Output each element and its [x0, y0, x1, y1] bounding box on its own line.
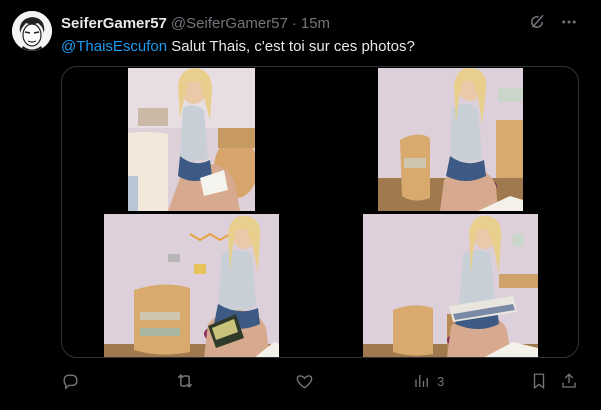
- views-icon: [415, 375, 428, 387]
- bookmark-button[interactable]: [530, 370, 548, 392]
- like-button[interactable]: [295, 370, 314, 392]
- photo-1[interactable]: [128, 68, 255, 211]
- tweet-text: @ThaisEscufon Salut Thais, c'est toi sur…: [61, 37, 415, 57]
- grok-icon[interactable]: [527, 12, 547, 32]
- tweet-top-actions: [527, 12, 579, 32]
- retweet-button[interactable]: [175, 370, 195, 392]
- media-grid: [61, 66, 579, 358]
- mention-link[interactable]: @ThaisEscufon: [61, 38, 167, 55]
- photo-2[interactable]: [378, 68, 523, 211]
- views-button[interactable]: 3: [413, 370, 444, 392]
- reply-button[interactable]: [61, 370, 80, 392]
- bookmark-icon: [533, 373, 545, 390]
- tweet-actions: 3: [61, 370, 579, 392]
- separator-dot: ·: [291, 14, 297, 32]
- views-count: 3: [437, 373, 445, 389]
- retweet-icon: [177, 374, 193, 388]
- reply-icon: [63, 373, 78, 390]
- more-icon[interactable]: [559, 12, 579, 32]
- photo-4[interactable]: [363, 214, 538, 357]
- tweet-header: SeiferGamer57 @SeiferGamer57 · 15m: [61, 13, 330, 33]
- photo-3[interactable]: [104, 214, 279, 357]
- timestamp[interactable]: 15m: [301, 15, 330, 32]
- share-button[interactable]: [560, 370, 578, 392]
- avatar[interactable]: [12, 11, 52, 51]
- display-name[interactable]: SeiferGamer57: [61, 15, 167, 32]
- avatar-image: [12, 11, 52, 51]
- like-icon: [296, 374, 313, 389]
- tweet-body: Salut Thais, c'est toi sur ces photos?: [167, 38, 415, 55]
- share-icon: [562, 373, 576, 388]
- user-handle[interactable]: @SeiferGamer57: [171, 15, 288, 32]
